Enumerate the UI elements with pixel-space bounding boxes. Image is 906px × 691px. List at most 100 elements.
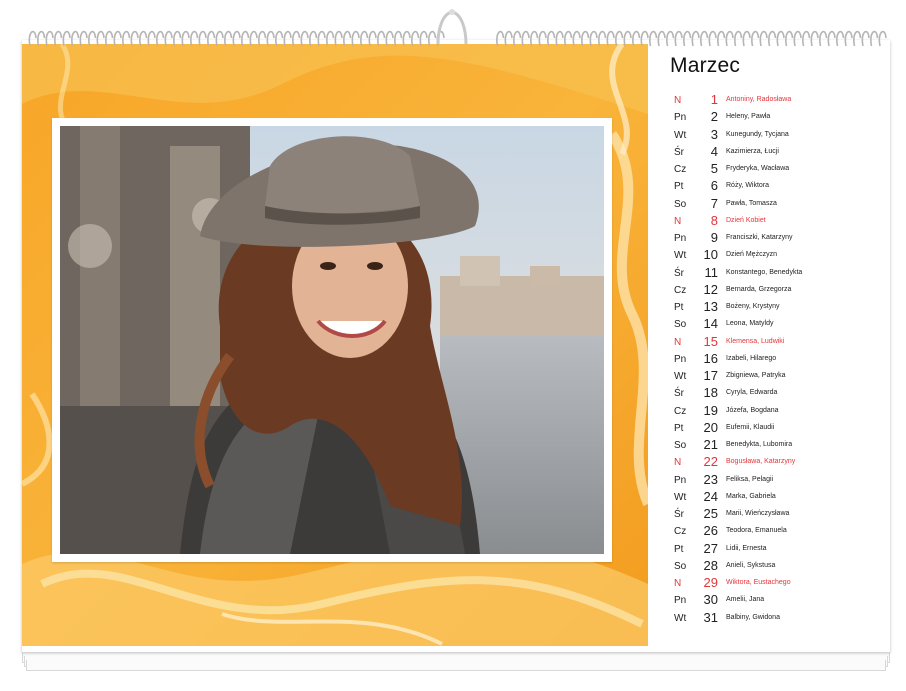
binding-loop xyxy=(377,30,386,47)
name-day: Dzień Mężczyzn xyxy=(726,251,777,259)
day-row: Cz 19 Józefa, Bogdana xyxy=(668,402,888,419)
binding-loop xyxy=(581,30,590,47)
binding-loop xyxy=(54,30,63,47)
day-row: N 1 Antoniny, Radosława xyxy=(668,91,888,108)
binding-loop xyxy=(700,30,709,47)
binding-loop xyxy=(802,30,811,47)
binding-loop xyxy=(666,30,675,47)
binding-loop xyxy=(258,30,267,47)
day-of-week: So xyxy=(674,198,687,210)
day-number: 28 xyxy=(703,557,718,573)
day-of-week: Wt xyxy=(674,491,687,503)
day-row: Cz 5 Fryderyka, Wacława xyxy=(668,160,888,177)
binding-loop xyxy=(113,30,122,47)
day-row: So 21 Benedykta, Lubomira xyxy=(668,436,888,453)
day-row: So 7 Pawła, Tomasza xyxy=(668,195,888,212)
binding-loop xyxy=(300,30,309,47)
day-number: 30 xyxy=(703,592,718,608)
binding-loop xyxy=(139,30,148,47)
binding-loop xyxy=(683,30,692,47)
name-day: Bożeny, Krystyny xyxy=(726,303,780,310)
day-number: 14 xyxy=(703,316,718,332)
name-day: Balbiny, Gwidona xyxy=(726,613,780,621)
name-day: Wiktora, Eustachego xyxy=(726,579,791,586)
binding-loop xyxy=(309,30,318,47)
day-of-week: Śr xyxy=(674,388,684,400)
day-number: 16 xyxy=(703,350,718,366)
day-of-week: Wt xyxy=(674,250,687,262)
day-row: Pn 9 Franciszki, Katarzyny xyxy=(668,229,888,246)
binding-loop xyxy=(198,30,207,47)
binding-loop xyxy=(79,30,88,47)
binding-loop xyxy=(768,30,777,47)
binding-loop xyxy=(360,30,369,47)
binding-loop xyxy=(547,30,556,47)
binding-loop xyxy=(555,30,564,47)
day-of-week: Pt xyxy=(674,181,684,193)
name-day: Teodora, Emanuela xyxy=(726,527,787,535)
day-number: 27 xyxy=(703,540,718,556)
name-day: Marka, Gabriela xyxy=(726,492,776,500)
binding-loop xyxy=(37,30,46,47)
day-number: 8 xyxy=(710,212,718,228)
day-number: 15 xyxy=(703,333,718,349)
binding-loop xyxy=(819,30,828,47)
binding-loop xyxy=(530,30,539,47)
binding-loop xyxy=(334,30,343,47)
binding-loop xyxy=(275,30,284,47)
day-row: Wt 24 Marka, Gabriela xyxy=(668,488,888,505)
day-row: N 22 Bogusława, Katarzyny xyxy=(668,453,888,470)
day-row: Pn 16 Izabeli, Hilarego xyxy=(668,350,888,367)
binding-loop xyxy=(402,30,411,47)
day-of-week: Śr xyxy=(674,267,684,279)
name-day: Heleny, Pawła xyxy=(726,113,771,121)
binding-loop xyxy=(725,30,734,47)
name-day: Klemensa, Ludwiki xyxy=(726,337,785,345)
day-of-week: N xyxy=(674,578,682,589)
day-number: 12 xyxy=(703,281,718,297)
binding-loop xyxy=(394,30,403,47)
name-day: Konstantego, Benedykta xyxy=(726,268,803,276)
binding-loop xyxy=(572,30,581,47)
day-row: Pt 13 Bożeny, Krystyny xyxy=(668,298,888,315)
binding-loop xyxy=(598,30,607,47)
day-number: 23 xyxy=(703,471,718,487)
binding-loop xyxy=(190,30,199,47)
day-of-week: So xyxy=(674,560,687,572)
day-row: N 15 Klemensa, Ludwiki xyxy=(668,333,888,350)
hanger-hook-icon xyxy=(434,4,470,48)
day-of-week: N xyxy=(674,336,682,348)
day-row: N 29 Wiktora, Eustachego xyxy=(668,574,888,591)
binding-loop xyxy=(241,30,250,47)
day-number: 21 xyxy=(703,437,718,452)
name-day: Kunegundy, Tycjana xyxy=(726,130,789,138)
day-of-week: N xyxy=(674,215,682,227)
binding-loop xyxy=(751,30,760,47)
binding-loop xyxy=(708,30,717,47)
name-day: Lidii, Ernesta xyxy=(726,544,767,552)
name-day: Bernarda, Grzegorza xyxy=(726,285,792,293)
day-of-week: Cz xyxy=(674,164,687,175)
day-number: 31 xyxy=(703,609,718,625)
day-row: Pn 30 Amelii, Jana xyxy=(668,591,888,608)
binding-loop xyxy=(283,30,292,47)
name-day: Benedykta, Lubomira xyxy=(726,441,793,448)
binding-loop xyxy=(266,30,275,47)
binding-loop xyxy=(181,30,190,47)
day-list: N 1 Antoniny, Radosława Pn 2 Heleny, Pawła Wt 3… xyxy=(668,91,888,626)
binding-loop xyxy=(224,30,233,47)
binding-loop xyxy=(207,30,216,47)
day-of-week: Cz xyxy=(674,405,687,417)
day-number: 22 xyxy=(703,454,718,470)
day-row: Śr 11 Konstantego, Benedykta xyxy=(668,264,888,281)
binding-loop xyxy=(351,30,360,47)
binding-loop xyxy=(513,30,522,47)
day-number: 18 xyxy=(703,385,718,401)
name-day: Zbigniewa, Patryka xyxy=(726,372,786,379)
day-row: Wt 3 Kunegundy, Tycjana xyxy=(668,126,888,143)
binding-loop xyxy=(105,30,114,47)
binding-loop xyxy=(419,30,428,47)
name-day: Róży, Wiktora xyxy=(726,182,770,190)
name-day: Eufemii, Klaudii xyxy=(726,423,775,431)
binding-loop xyxy=(776,30,785,47)
